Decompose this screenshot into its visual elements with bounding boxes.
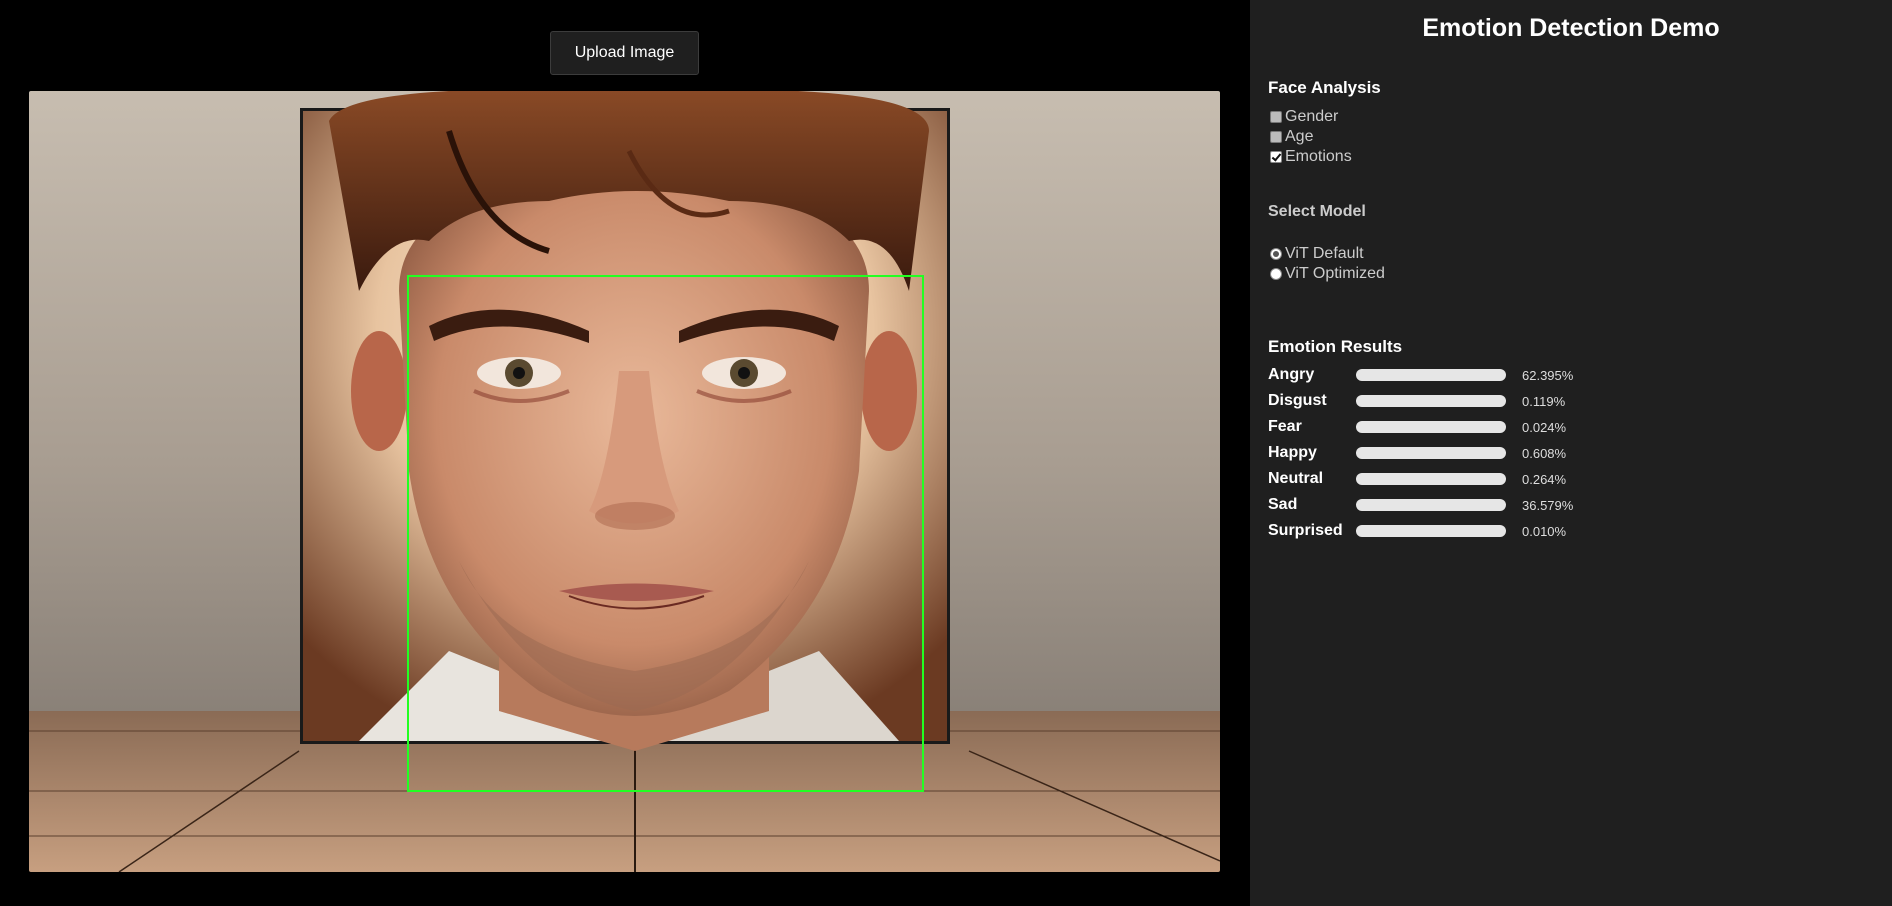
- emotions-checkbox[interactable]: [1270, 151, 1282, 163]
- vit-default-radio[interactable]: [1270, 248, 1282, 260]
- emotion-results-title: Emotion Results: [1268, 337, 1403, 356]
- emotion-bar-track: [1356, 473, 1506, 485]
- emotion-label: Happy: [1268, 444, 1317, 461]
- emotion-row-disgust: Disgust 0.119%: [1268, 390, 1565, 412]
- age-checkbox[interactable]: [1270, 131, 1282, 143]
- upload-image-button[interactable]: Upload Image: [550, 31, 699, 75]
- vit-default-radio-row[interactable]: ViT Default: [1270, 244, 1364, 264]
- analyzed-image: [29, 91, 1220, 872]
- emotion-percent: 62.395%: [1522, 367, 1574, 383]
- gender-checkbox-row[interactable]: Gender: [1270, 107, 1338, 127]
- emotion-row-neutral: Neutral 0.264%: [1268, 468, 1566, 490]
- face-analysis-title: Face Analysis: [1268, 78, 1381, 97]
- vit-optimized-radio[interactable]: [1270, 268, 1282, 280]
- emotion-row-sad: Sad 36.579%: [1268, 494, 1573, 516]
- emotion-row-fear: Fear 0.024%: [1268, 416, 1566, 438]
- gender-checkbox[interactable]: [1270, 111, 1282, 123]
- emotion-percent: 0.119%: [1522, 393, 1566, 409]
- emotion-label: Disgust: [1268, 392, 1327, 409]
- vit-optimized-radio-row[interactable]: ViT Optimized: [1270, 264, 1385, 284]
- emotion-row-happy: Happy 0.608%: [1268, 442, 1566, 464]
- emotion-bar-track: [1356, 447, 1506, 459]
- emotion-bar-track: [1356, 499, 1506, 511]
- emotion-bar-track: [1356, 421, 1506, 433]
- portrait-illustration: [29, 91, 1220, 872]
- emotion-percent: 36.579%: [1522, 497, 1574, 513]
- gender-label: Gender: [1285, 108, 1339, 125]
- emotion-label: Fear: [1268, 418, 1302, 435]
- vit-optimized-label: ViT Optimized: [1285, 265, 1385, 282]
- emotion-label: Sad: [1268, 496, 1298, 513]
- emotion-bar-track: [1356, 395, 1506, 407]
- emotion-percent: 0.010%: [1522, 523, 1567, 539]
- emotions-checkbox-row[interactable]: Emotions: [1270, 147, 1352, 167]
- emotion-percent: 0.264%: [1522, 471, 1567, 487]
- app-root: Upload Image Emotion Detection Demo Face…: [0, 0, 1892, 906]
- emotion-label: Surprised: [1268, 522, 1343, 539]
- age-checkbox-row[interactable]: Age: [1270, 127, 1313, 147]
- emotion-percent: 0.024%: [1522, 419, 1567, 435]
- emotion-label: Angry: [1268, 366, 1315, 383]
- age-label: Age: [1285, 128, 1314, 145]
- emotion-label: Neutral: [1268, 470, 1324, 487]
- emotion-percent: 0.608%: [1522, 445, 1567, 461]
- app-title: Emotion Detection Demo: [1422, 14, 1720, 42]
- image-stage: Upload Image: [0, 0, 1250, 906]
- emotion-bar-track: [1356, 369, 1506, 381]
- emotion-row-angry: Angry 62.395%: [1268, 364, 1573, 386]
- control-sidebar: Emotion Detection Demo Face Analysis Gen…: [1250, 0, 1892, 906]
- select-model-title: Select Model: [1268, 203, 1366, 220]
- vit-default-label: ViT Default: [1285, 245, 1364, 262]
- emotion-row-surprised: Surprised 0.010%: [1268, 520, 1566, 542]
- emotion-bar-track: [1356, 525, 1506, 537]
- emotions-label: Emotions: [1285, 148, 1352, 165]
